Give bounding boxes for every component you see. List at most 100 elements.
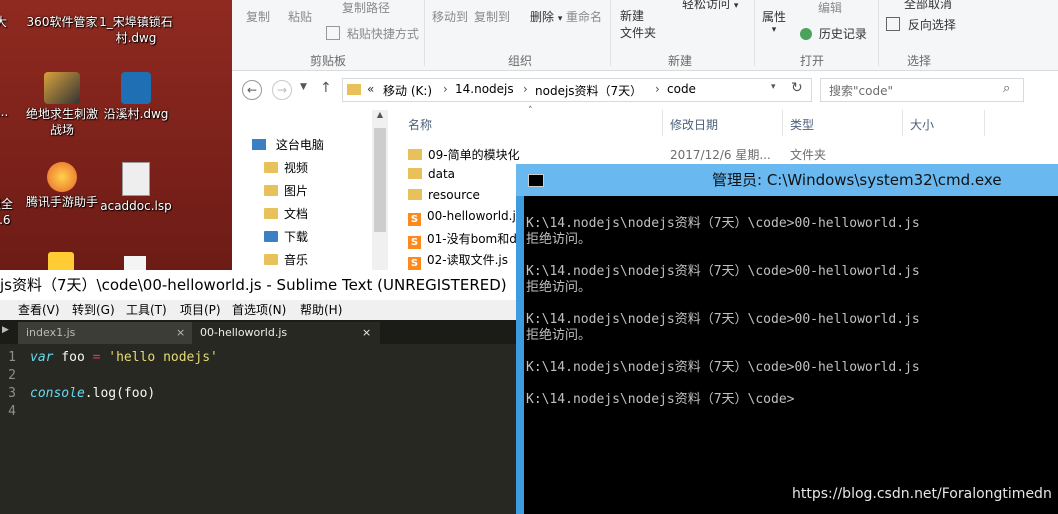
tree-item-videos[interactable]: 视频 — [264, 159, 308, 176]
file-row[interactable]: 09-简单的模块化 — [408, 146, 520, 163]
history-label: 历史记录 — [818, 27, 867, 41]
invert-selection-button[interactable]: 反向选择 — [886, 16, 956, 33]
recent-locations-button[interactable]: ▼ — [300, 82, 307, 92]
rename-button[interactable]: 重命名 — [566, 8, 602, 25]
back-button[interactable]: ← — [242, 80, 262, 100]
desktop-icon[interactable]: er... — [0, 104, 22, 120]
tree-item-this-pc[interactable]: 这台电脑 — [252, 136, 324, 153]
up-button[interactable]: ↑ — [320, 80, 332, 96]
menu-item-goto[interactable]: 转到(G) — [72, 300, 115, 320]
column-header-type[interactable]: 类型 — [790, 116, 814, 133]
properties-button[interactable]: 属性 ▾ — [762, 8, 786, 35]
column-header-date[interactable]: 修改日期 — [670, 116, 718, 133]
close-icon[interactable]: × — [176, 322, 185, 344]
paste-shortcut-icon — [326, 26, 340, 40]
ribbon-separator — [610, 0, 611, 66]
menu-item-tools[interactable]: 工具(T) — [126, 300, 167, 320]
easy-access-button[interactable]: 轻松访问 ▾ — [668, 0, 738, 12]
tab-bar: ▶ index1.js × 00-helloworld.js × — [0, 320, 516, 344]
code-line: console.log(foo) — [30, 386, 155, 401]
forward-button[interactable]: → — [272, 80, 292, 100]
select-none-button[interactable]: 全部取消 — [886, 0, 952, 12]
file-row[interactable]: S 00-helloworld.js — [408, 209, 522, 226]
console-line: 拒绝访问。 — [526, 328, 592, 343]
tencent-game-icon — [47, 162, 77, 192]
column-header-name[interactable]: 名称 — [408, 116, 432, 133]
copy-to-button[interactable]: 复制到 — [474, 8, 510, 25]
file-row[interactable]: S 01-没有bom和d — [408, 230, 517, 249]
chevron-down-icon: ▾ — [557, 14, 563, 24]
pictures-folder-icon — [264, 185, 278, 196]
address-segment[interactable]: nodejs资料（7天） — [535, 82, 642, 99]
desktop-icon[interactable]: 游大 — [0, 14, 20, 30]
tree-item-label: 视频 — [284, 161, 309, 175]
file-name: 09-简单的模块化 — [428, 148, 520, 162]
window-title: 管理员: C:\Windows\system32\cmd.exe — [712, 171, 1002, 189]
address-segment[interactable]: code — [667, 82, 696, 96]
navigation-scrollbar[interactable]: ▲ — [372, 110, 388, 270]
desktop-icon[interactable]: 腾讯手游助手 — [22, 162, 102, 210]
copy-path-button[interactable]: 复制路径 — [326, 0, 390, 16]
game-icon — [44, 72, 80, 104]
cmd-console[interactable]: K:\14.nodejs\nodejs资料（7天）\code>00-hellow… — [524, 196, 1058, 514]
new-folder-button[interactable]: 新建 文件夹 — [620, 8, 656, 42]
easy-access-label: 轻松访问 — [682, 0, 731, 11]
sublime-file-icon: S — [408, 236, 421, 249]
paste-shortcut-label: 粘贴快捷方式 — [346, 27, 419, 41]
tab-index1[interactable]: index1.js × — [18, 322, 194, 344]
refresh-icon[interactable]: ↻ — [791, 80, 803, 96]
desktop-icon[interactable]: acaddoc.lsp — [96, 162, 176, 214]
paste-shortcut-button[interactable]: 粘贴快捷方式 — [326, 25, 419, 42]
address-segment[interactable]: 14.nodejs — [455, 82, 514, 96]
desktop-icon[interactable]: 强全1.6 — [0, 196, 20, 228]
desktop-icon-label: acaddoc.lsp — [100, 199, 172, 213]
downloads-folder-icon — [264, 231, 278, 242]
delete-button[interactable]: 删除 ▾ — [530, 8, 562, 25]
edit-button[interactable]: 编辑 — [800, 0, 842, 16]
desktop-icon[interactable]: 沿溪村.dwg — [96, 72, 176, 122]
desktop-icon[interactable]: 1_宋埠镇锁石村.dwg — [96, 14, 176, 46]
menu-item-help[interactable]: 帮助(H) — [300, 300, 342, 320]
chevron-down-icon: ▾ — [733, 1, 739, 11]
file-row[interactable]: resource — [408, 188, 480, 202]
tree-item-pictures[interactable]: 图片 — [264, 182, 308, 199]
search-input[interactable]: 搜索"code" ⌕ — [820, 78, 1024, 102]
computer-icon — [252, 139, 266, 150]
paste-button[interactable]: 粘贴 — [288, 8, 312, 25]
address-overflow-chevron[interactable]: « — [367, 82, 374, 96]
copy-button[interactable]: 复制 — [246, 8, 270, 25]
folder-icon — [408, 168, 422, 179]
column-header-size[interactable]: 大小 — [910, 116, 934, 133]
menu-item-view[interactable]: 查看(V) — [18, 300, 60, 320]
tree-item-downloads[interactable]: 下载 — [264, 228, 308, 245]
address-bar[interactable]: « 移动 (K:) › 14.nodejs › nodejs资料（7天） › c… — [342, 78, 812, 102]
cmd-window: 管理员: C:\Windows\system32\cmd.exe K:\14.n… — [516, 164, 1058, 514]
file-row[interactable]: data — [408, 167, 455, 181]
history-button[interactable]: 历史记录 — [800, 25, 867, 42]
lisp-file-icon — [122, 162, 150, 196]
address-segment[interactable]: 移动 (K:) — [383, 82, 432, 99]
select-group-label: 选择 — [907, 54, 932, 68]
tab-helloworld[interactable]: 00-helloworld.js × — [192, 322, 380, 344]
select-none-label: 全部取消 — [904, 0, 953, 11]
scrollbar-thumb[interactable] — [374, 128, 386, 232]
chevron-right-icon: › — [655, 82, 660, 96]
clipboard-group-label: 剪贴板 — [310, 54, 347, 68]
tree-item-documents[interactable]: 文档 — [264, 205, 308, 222]
copy-path-label: 复制路径 — [342, 1, 391, 15]
sidebar-toggle-icon[interactable]: ▶ — [2, 325, 9, 335]
code-call: .log(foo) — [84, 386, 156, 401]
file-row[interactable]: S 02-读取文件.js — [408, 251, 508, 270]
desktop-icon[interactable]: 360软件管家 — [22, 14, 102, 30]
move-to-button[interactable]: 移动到 — [432, 8, 468, 25]
desktop-icon[interactable]: 绝地求生刺激战场 — [22, 72, 102, 138]
arrow-left-icon: ← — [246, 83, 258, 97]
close-icon[interactable]: × — [362, 322, 371, 344]
menu-item-project[interactable]: 项目(P) — [180, 300, 221, 320]
tree-item-label: 这台电脑 — [275, 138, 324, 152]
search-icon: ⌕ — [1003, 81, 1011, 96]
menu-item-preferences[interactable]: 首选项(N) — [232, 300, 286, 320]
address-dropdown-button[interactable]: ▾ — [771, 82, 776, 92]
tree-item-music[interactable]: 音乐 — [264, 251, 308, 268]
code-editor[interactable]: 1 2 3 4 var foo = 'hello nodejs' console… — [0, 344, 516, 514]
